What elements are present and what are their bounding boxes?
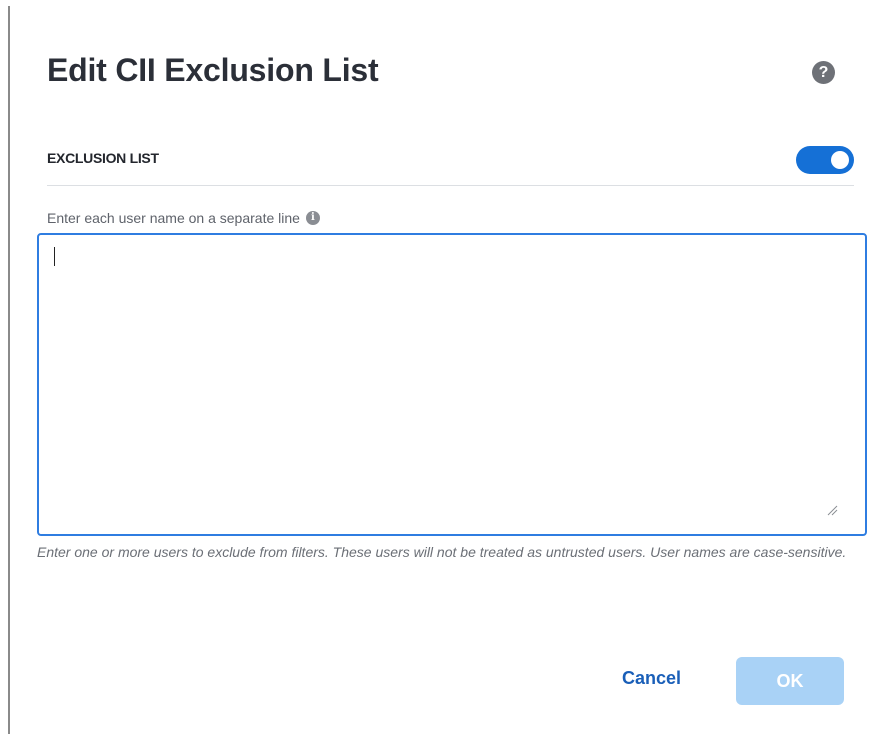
resize-grip-icon[interactable] xyxy=(826,504,838,516)
text-caret xyxy=(54,247,55,266)
info-icon[interactable]: i xyxy=(305,211,320,225)
usernames-label-text: Enter each user name on a separate line xyxy=(47,210,300,226)
dialog-title: Edit CII Exclusion List xyxy=(47,52,379,88)
exclusion-list-toggle[interactable] xyxy=(796,146,854,174)
section-divider xyxy=(47,185,854,186)
ok-button[interactable]: OK xyxy=(736,657,844,705)
exclusion-list-label: EXCLUSION LIST xyxy=(47,150,159,166)
help-icon[interactable]: ? xyxy=(812,61,835,84)
cancel-button[interactable]: Cancel xyxy=(622,668,681,689)
usernames-textarea[interactable] xyxy=(37,233,867,536)
toggle-knob xyxy=(831,151,849,169)
exclusion-help-text: Enter one or more users to exclude from … xyxy=(37,544,847,560)
usernames-field-label: Enter each user name on a separate line … xyxy=(47,210,320,226)
